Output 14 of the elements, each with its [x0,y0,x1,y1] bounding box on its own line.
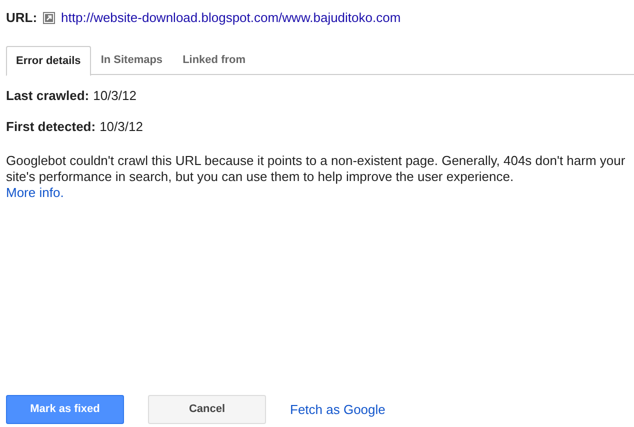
external-link-icon [43,12,56,24]
cancel-button[interactable]: Cancel [148,395,266,424]
tab[interactable]: Error details [6,46,91,76]
fetch-link[interactable]: Fetch as Google [290,400,386,420]
detail-label: First detected: [6,118,96,136]
detail-value: 10/3/12 [93,87,136,105]
tab[interactable]: In Sitemaps [90,46,173,75]
url-link[interactable]: http://website-download.blogspot.com/www.bajuditoko.com [61,8,401,28]
error-description: Googlebot couldn't crawl this URL because it points to a non-existent page. Generally, 404s don't harm your site's performance in search, but you can use them to help improve the user experience. [6,153,626,185]
url-label: URL: [6,9,38,28]
detail-value: 10/3/12 [100,118,143,136]
tab[interactable]: Linked from [172,46,256,75]
detail-label: Last crawled: [6,87,90,105]
more-info-link[interactable]: More info. [6,185,64,201]
